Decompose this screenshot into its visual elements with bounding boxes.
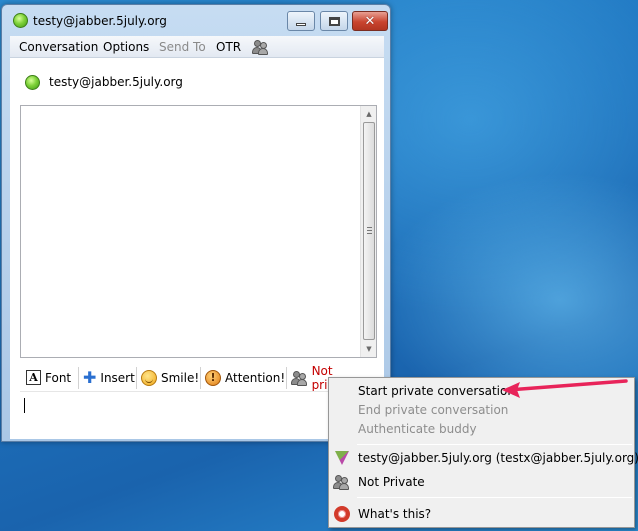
font-label: Font <box>45 370 72 385</box>
menu-item-buddy[interactable]: testy@jabber.5july.org (testx@jabber.5ju… <box>358 451 638 465</box>
toolbar-divider <box>136 367 137 389</box>
maximize-icon <box>328 16 340 26</box>
smile-label: Smile! <box>161 370 200 385</box>
smiley-icon <box>141 369 157 386</box>
menu-item-end-private[interactable]: End private conversation <box>358 403 508 417</box>
menu-conversation[interactable]: Conversation <box>19 40 98 54</box>
otr-people-icon <box>291 370 308 386</box>
menu-separator <box>357 497 632 498</box>
menu-item-not-private[interactable]: Not Private <box>358 475 425 489</box>
minimize-icon <box>296 22 306 26</box>
toolbar-divider <box>200 367 201 389</box>
format-toolbar: A Font ✚ Insert Smile! ! Attention! Not <box>20 364 377 392</box>
menu-bar: Conversation Options Send To OTR <box>10 36 384 58</box>
attention-button[interactable]: ! Attention! <box>205 367 285 388</box>
font-icon: A <box>26 370 41 385</box>
message-history[interactable]: ▲ ▼ <box>20 105 377 358</box>
attention-icon: ! <box>205 369 221 386</box>
lifebuoy-help-icon <box>334 506 350 522</box>
buddy-name[interactable]: testy@jabber.5july.org <box>49 75 183 89</box>
close-icon: ✕ <box>364 13 376 29</box>
smile-button[interactable]: Smile! <box>141 367 199 388</box>
menu-item-whats-this[interactable]: What's this? <box>358 507 431 521</box>
menu-item-authenticate[interactable]: Authenticate buddy <box>358 422 477 436</box>
scroll-thumb[interactable] <box>363 122 375 340</box>
history-scrollbar[interactable]: ▲ ▼ <box>360 106 376 357</box>
scroll-up-icon[interactable]: ▲ <box>361 106 377 122</box>
font-button[interactable]: A Font <box>26 367 71 388</box>
maximize-button[interactable] <box>320 11 348 31</box>
insert-label: Insert <box>100 370 135 385</box>
available-status-icon <box>13 13 28 28</box>
title-bar[interactable]: testy@jabber.5july.org ✕ <box>2 5 390 35</box>
minimize-button[interactable] <box>287 11 315 31</box>
insert-button[interactable]: ✚ Insert <box>83 367 135 388</box>
buddy-status-icon <box>25 75 40 90</box>
toolbar-divider <box>286 367 287 389</box>
not-private-icon <box>333 474 350 490</box>
attention-label: Attention! <box>225 370 286 385</box>
text-caret <box>24 398 25 413</box>
plus-icon: ✚ <box>83 367 97 387</box>
menu-otr[interactable]: OTR <box>216 40 241 54</box>
menu-item-start-private[interactable]: Start private conversation <box>358 384 515 398</box>
close-button[interactable]: ✕ <box>352 11 388 31</box>
menu-send-to[interactable]: Send To <box>159 40 206 54</box>
grip-icon <box>367 227 372 234</box>
menu-separator <box>357 444 632 445</box>
annotation-arrow-icon <box>502 379 628 398</box>
message-input[interactable] <box>20 391 377 435</box>
otr-people-icon[interactable] <box>252 39 269 55</box>
menu-options[interactable]: Options <box>103 40 149 54</box>
window-title: testy@jabber.5july.org <box>33 14 167 28</box>
toolbar-divider <box>78 367 79 389</box>
scroll-down-icon[interactable]: ▼ <box>361 341 377 357</box>
